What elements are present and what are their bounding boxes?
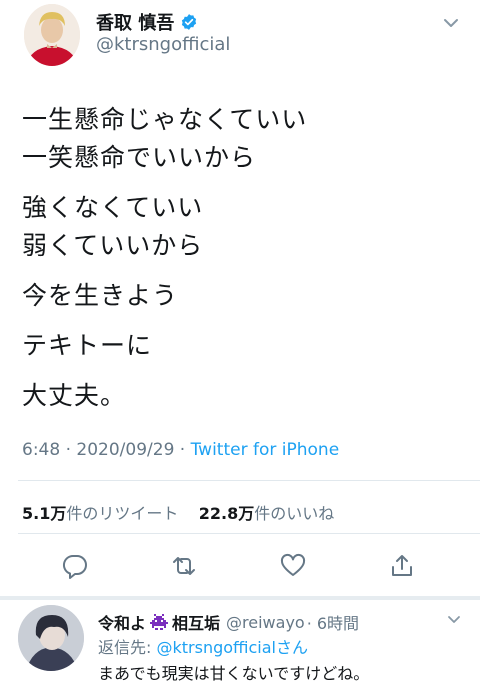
tweet-text-line: 大丈夫。: [22, 381, 127, 410]
reply-time[interactable]: · 6時間: [307, 610, 359, 634]
avatar-image: [24, 4, 80, 66]
tweet-text-line: 今を生きよう: [22, 281, 179, 310]
replying-to: 返信先: @ktrsngofficialさん: [98, 634, 308, 658]
author-avatar[interactable]: [24, 4, 80, 66]
reply-display-name-part2[interactable]: 相互垢: [172, 610, 220, 634]
retweets-value: 5.1万: [22, 504, 67, 523]
tweet-date[interactable]: 2020/09/29: [76, 440, 174, 460]
like-icon[interactable]: [279, 552, 307, 580]
author-handle[interactable]: @ktrsngofficial: [96, 34, 230, 55]
tweet-text-line: 一生懸命じゃなくていい: [22, 105, 308, 134]
verified-badge-icon: [182, 14, 197, 30]
engagement-counts: 5.1万件のリツイート 22.8万件のいいね: [22, 500, 334, 524]
likes-value: 22.8万: [198, 504, 255, 523]
replying-to-handle-link[interactable]: @ktrsngofficialさん: [157, 638, 309, 657]
tweet-text-line: 一笑懸命でいいから: [22, 143, 257, 172]
reply-display-name-part1[interactable]: 令和よ: [98, 610, 146, 634]
chevron-down-icon[interactable]: [442, 14, 460, 32]
retweet-icon[interactable]: [170, 552, 198, 580]
share-icon[interactable]: [388, 552, 416, 580]
author-name-row[interactable]: 香取 慎吾: [96, 9, 198, 35]
replying-to-label: 返信先:: [98, 638, 152, 657]
reply-avatar[interactable]: [18, 605, 84, 671]
chevron-down-icon[interactable]: [446, 612, 462, 628]
tweet-time[interactable]: 6:48: [22, 440, 60, 460]
tweet-text-line: 弱くていいから: [22, 231, 204, 260]
reply-text: まあでも現実は甘くないですけどね。: [98, 664, 370, 683]
meta-separator: ·: [179, 440, 186, 460]
likes-label: 件のいいね: [254, 504, 335, 523]
reply-icon[interactable]: [61, 552, 89, 580]
meta-separator: ·: [65, 440, 71, 460]
author-display-name[interactable]: 香取 慎吾: [96, 9, 174, 35]
space-invader-emoji-icon: [150, 614, 169, 630]
reply-avatar-image: [18, 605, 84, 671]
likes-count[interactable]: 22.8万件のいいね: [199, 504, 335, 523]
tweet-text-line: テキトーに: [22, 331, 153, 360]
retweets-count[interactable]: 5.1万件のリツイート: [22, 504, 178, 523]
section-divider: [0, 596, 480, 600]
divider: [18, 533, 480, 534]
divider: [18, 480, 480, 481]
reply-handle[interactable]: @reiwayo: [226, 613, 305, 632]
tweet-meta: 6:48 · 2020/09/29 · Twitter for iPhone: [22, 440, 339, 460]
retweets-label: 件のリツイート: [66, 504, 179, 523]
tweet-source-link[interactable]: Twitter for iPhone: [191, 440, 340, 460]
tweet-text-line: 強くなくていい: [22, 193, 204, 222]
reply-author-row[interactable]: 令和よ 相互垢 @reiwayo · 6時間: [98, 610, 359, 634]
